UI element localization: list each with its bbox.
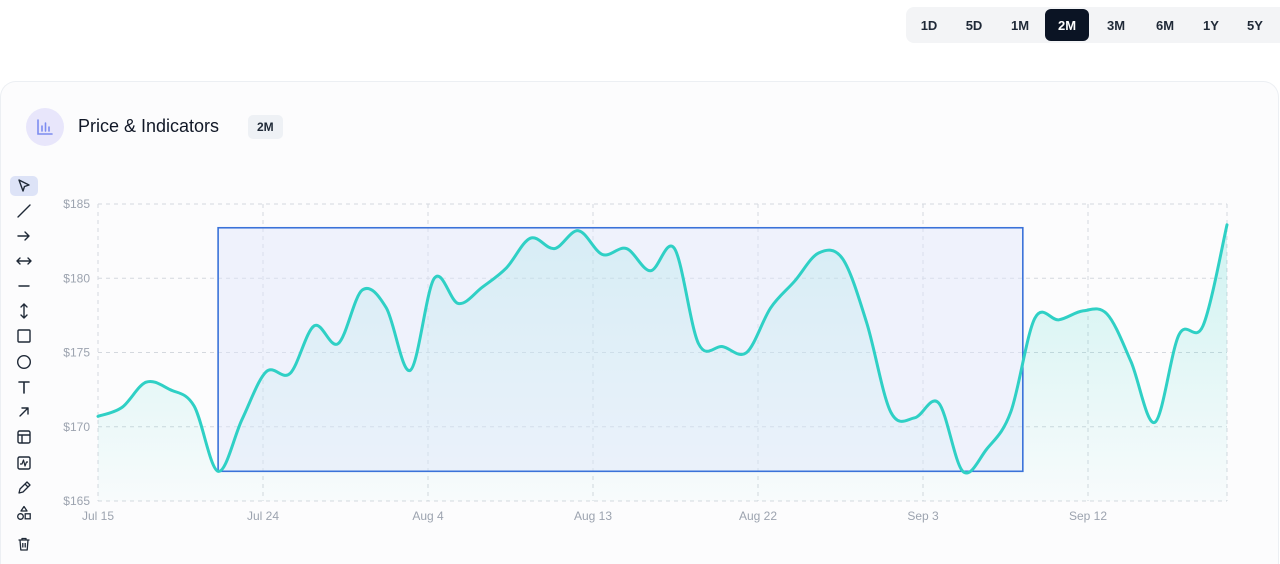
- price-point: [1200, 323, 1206, 329]
- price-point: [239, 416, 245, 422]
- x-tick-label: Sep 3: [907, 509, 939, 523]
- price-point: [1080, 308, 1086, 314]
- price-point: [143, 379, 149, 385]
- price-point: [936, 400, 942, 406]
- price-point: [1152, 419, 1158, 425]
- price-point: [575, 228, 581, 234]
- y-tick-label: $175: [63, 346, 90, 360]
- price-point: [119, 404, 125, 410]
- x-tick-label: Aug 13: [574, 509, 612, 523]
- price-point: [167, 387, 173, 393]
- y-tick-label: $170: [63, 420, 90, 434]
- selection-rectangle[interactable]: [217, 226, 1024, 473]
- price-point: [792, 278, 798, 284]
- price-point: [840, 256, 846, 262]
- price-point: [624, 246, 630, 252]
- price-point: [215, 468, 221, 474]
- price-point: [1104, 311, 1110, 317]
- price-point: [359, 287, 365, 293]
- price-point: [599, 252, 605, 258]
- price-point: [503, 265, 509, 271]
- price-point: [407, 367, 413, 373]
- price-point: [960, 468, 966, 474]
- price-point: [551, 246, 557, 252]
- price-point: [263, 369, 269, 375]
- price-point: [287, 370, 293, 376]
- price-point: [720, 344, 726, 350]
- price-point: [95, 413, 101, 419]
- x-tick-label: Jul 24: [247, 509, 279, 523]
- price-point: [1008, 409, 1014, 415]
- y-tick-label: $180: [63, 271, 90, 285]
- price-point: [311, 323, 317, 329]
- price-point: [1176, 332, 1182, 338]
- price-point: [1056, 317, 1062, 323]
- y-tick-label: $185: [63, 197, 90, 211]
- price-point: [1128, 358, 1134, 364]
- price-point: [455, 301, 461, 307]
- price-point: [984, 446, 990, 452]
- price-point: [191, 403, 197, 409]
- price-point: [335, 341, 341, 347]
- price-point: [744, 350, 750, 356]
- x-tick-label: Aug 4: [412, 509, 444, 523]
- price-point: [648, 268, 654, 274]
- price-point: [1032, 315, 1038, 321]
- x-tick-label: Aug 22: [739, 509, 777, 523]
- x-tick-label: Sep 12: [1069, 509, 1107, 523]
- price-chart: $165 $170 $175 $180 $185 Jul 15 Jul 24 Aug 4 Aug…: [63, 197, 1230, 523]
- price-point: [672, 246, 678, 252]
- price-point: [912, 415, 918, 421]
- price-point: [383, 305, 389, 311]
- price-point: [1224, 222, 1230, 228]
- price-point: [816, 250, 822, 256]
- price-point: [527, 235, 533, 241]
- y-tick-label: $165: [63, 494, 90, 508]
- price-point: [479, 284, 485, 290]
- price-point: [431, 275, 437, 281]
- price-point: [864, 320, 870, 326]
- price-point: [888, 409, 894, 415]
- price-point: [768, 305, 774, 311]
- price-point: [696, 341, 702, 347]
- x-tick-label: Jul 15: [82, 509, 114, 523]
